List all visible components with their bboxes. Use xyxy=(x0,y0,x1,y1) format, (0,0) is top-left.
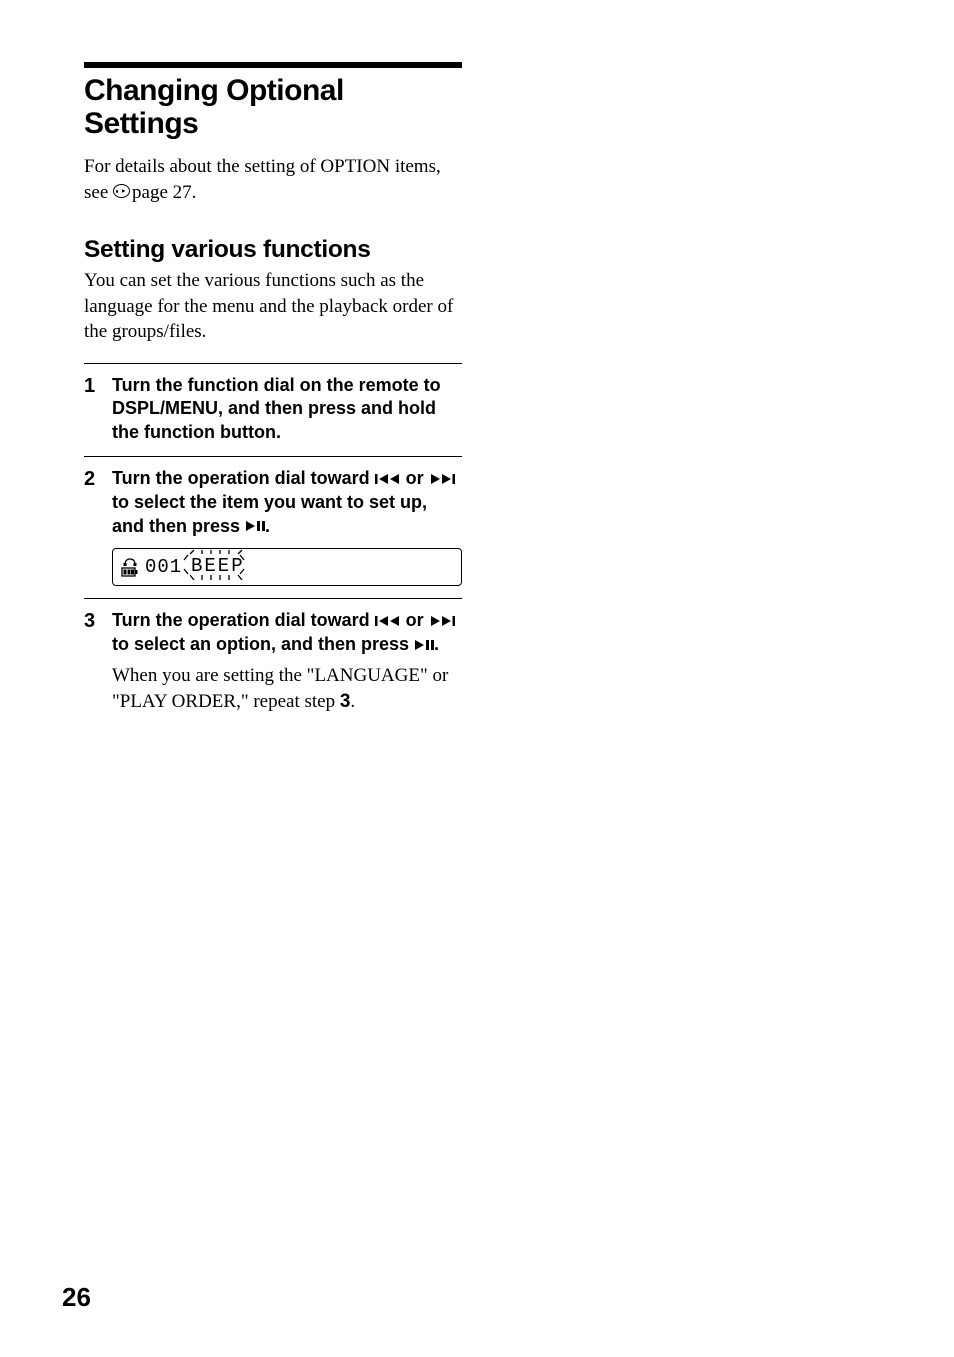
step-number: 3 xyxy=(84,609,102,633)
lcd-text: 001 BEEP xyxy=(145,549,254,585)
lcd-track-number: 001 xyxy=(145,556,182,578)
page-title: Changing Optional Settings xyxy=(84,74,462,140)
pointing-hand-icon xyxy=(113,180,130,206)
instruction-text: to select an option, and then press xyxy=(112,634,414,654)
next-track-icon xyxy=(429,468,455,491)
section-subtitle: Setting various functions xyxy=(84,236,462,264)
prev-track-icon xyxy=(375,468,401,491)
play-pause-icon xyxy=(245,515,265,538)
page-reference: page 27. xyxy=(132,182,196,203)
section-divider xyxy=(84,62,462,68)
step-number: 1 xyxy=(84,374,102,398)
step-1: 1 Turn the function dial on the remote t… xyxy=(84,364,462,456)
lcd-blink-label: BEEP xyxy=(182,549,254,585)
instruction-text: . xyxy=(434,634,439,654)
step-instruction: Turn the operation dial toward or to sel… xyxy=(112,609,462,657)
section-intro: You can set the various functions such a… xyxy=(84,268,462,345)
instruction-text: . xyxy=(265,516,270,536)
instruction-text: Turn the operation dial toward xyxy=(112,610,375,630)
step-number: 2 xyxy=(84,467,102,491)
step-instruction: Turn the operation dial toward or to sel… xyxy=(112,467,462,538)
step-3: 3 Turn the operation dial toward or to s… xyxy=(84,599,462,726)
step-2: 2 Turn the operation dial toward or to s… xyxy=(84,457,462,598)
detail-text: When you are setting the "LANGUAGE" or "… xyxy=(112,665,448,712)
instruction-text: Turn the operation dial toward xyxy=(112,468,375,488)
detail-text: . xyxy=(350,691,355,712)
headphone-icon xyxy=(121,557,139,566)
step-instruction: Turn the function dial on the remote to … xyxy=(112,374,462,444)
step-reference: 3 xyxy=(340,691,351,712)
lcd-status-icons xyxy=(121,557,139,577)
instruction-text: or xyxy=(401,468,429,488)
lcd-display: 001 BEEP xyxy=(112,548,462,586)
prev-track-icon xyxy=(375,610,401,633)
next-track-icon xyxy=(429,610,455,633)
play-pause-icon xyxy=(414,634,434,657)
step-detail: When you are setting the "LANGUAGE" or "… xyxy=(112,663,462,714)
page-number: 26 xyxy=(62,1282,91,1313)
instruction-text: or xyxy=(401,610,429,630)
svg-text:BEEP: BEEP xyxy=(191,555,245,577)
battery-icon xyxy=(121,567,139,577)
intro-text: For details about the setting of OPTION … xyxy=(84,154,462,206)
